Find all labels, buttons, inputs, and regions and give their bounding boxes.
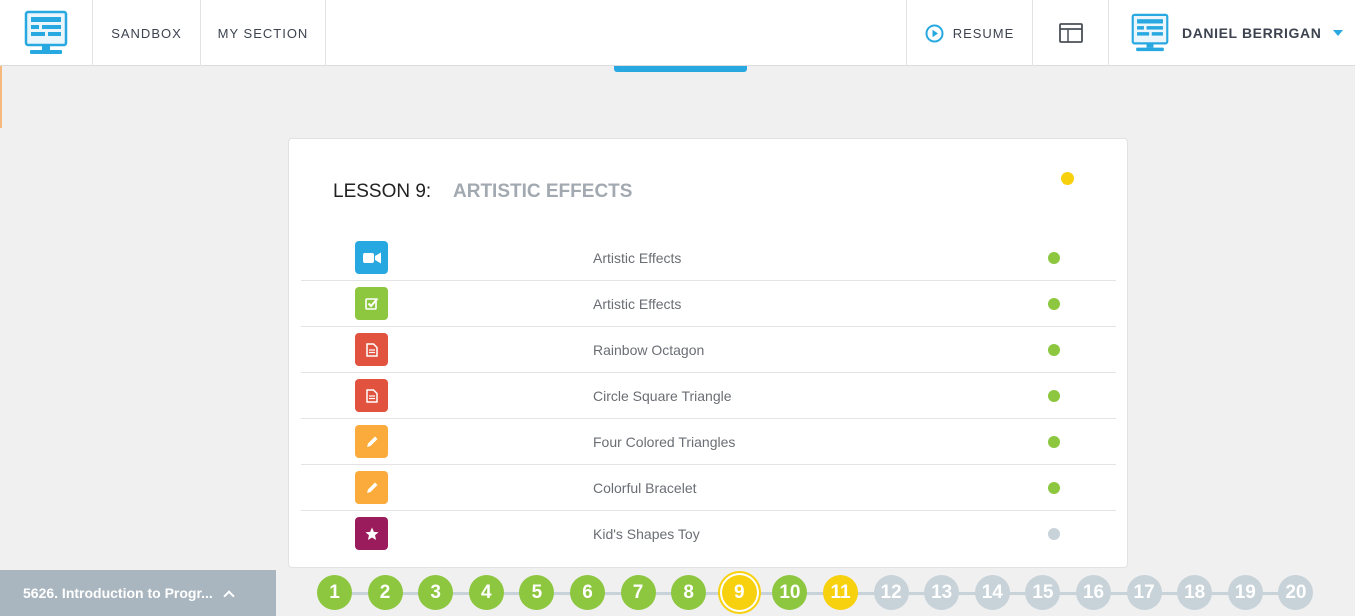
activity-item-label: Rainbow Octagon [593,342,705,358]
lesson-nav-19[interactable]: 19 [1227,575,1263,610]
browser-window-icon [1058,23,1083,43]
resume-button[interactable]: RESUME [906,0,1033,66]
nav-sandbox[interactable]: SANDBOX [93,0,201,66]
lesson-status-dot [1061,172,1074,185]
user-avatar-icon [1131,13,1169,52]
lesson-nav-20[interactable]: 20 [1278,575,1314,610]
checkbox-icon [355,287,388,320]
activity-list: Artistic Effects Artistic Effects Rainbo… [301,235,1116,557]
lesson-nav-10[interactable]: 10 [772,575,808,610]
activity-status-dot [1048,344,1060,356]
activity-item-label: Circle Square Triangle [593,388,732,404]
active-tab-indicator [614,66,747,72]
lesson-nav-7[interactable]: 7 [620,575,656,610]
lesson-nav-6[interactable]: 6 [570,575,605,610]
activity-status-dot [1048,436,1060,448]
lesson-nav-12[interactable]: 12 [873,575,909,610]
lesson-card: LESSON 9: ARTISTIC EFFECTS Artistic Effe… [288,138,1128,568]
lesson-nav-3[interactable]: 3 [418,575,454,610]
top-navigation-bar: SANDBOX MY SECTION RESUME DANIEL BERRIGA… [0,0,1355,66]
resume-label: RESUME [952,25,1015,41]
activity-item-label: Kid's Shapes Toy [593,526,700,542]
video-icon [355,241,388,274]
lesson-nav-8[interactable]: 8 [671,575,707,610]
user-name: DANIEL BERRIGAN [1182,25,1322,41]
home-logo[interactable] [0,0,93,66]
activity-item[interactable]: Four Colored Triangles [301,419,1116,465]
nav-my-section[interactable]: MY SECTION [201,0,326,66]
document-icon [355,379,388,412]
activity-item-label: Artistic Effects [593,250,682,266]
window-toggle-button[interactable] [1033,0,1109,66]
activity-item[interactable]: Circle Square Triangle [301,373,1116,419]
lesson-nav-18[interactable]: 18 [1177,575,1213,610]
activity-item-label: Artistic Effects [593,296,682,312]
document-icon [355,333,388,366]
activity-item-label: Four Colored Triangles [593,434,736,450]
lesson-title: ARTISTIC EFFECTS [453,181,633,202]
pencil-icon [355,471,388,504]
nav-sandbox-label: SANDBOX [111,25,182,41]
lesson-number: LESSON 9: [333,181,432,202]
lesson-nav-15[interactable]: 15 [1025,575,1061,610]
activity-status-dot [1048,390,1060,402]
left-accent-bar [0,66,2,128]
lesson-nav-5[interactable]: 5 [519,575,555,610]
pencil-icon [355,425,388,458]
activity-item[interactable]: Kid's Shapes Toy [301,511,1116,557]
activity-item-label: Colorful Bracelet [593,480,697,496]
lesson-nav-13[interactable]: 13 [924,575,960,610]
activity-status-dot [1048,298,1060,310]
activity-status-dot [1048,252,1060,264]
course-selector-button[interactable]: 5626. Introduction to Progr... [0,570,276,616]
lesson-nav-11[interactable]: 11 [823,575,858,610]
activity-status-dot [1048,528,1060,540]
activity-item[interactable]: Colorful Bracelet [301,465,1116,511]
lesson-nav-17[interactable]: 17 [1126,575,1162,610]
lesson-nav-9[interactable]: 9 [721,575,757,610]
nav-my-section-label: MY SECTION [217,25,309,41]
lesson-nav-4[interactable]: 4 [468,575,504,610]
activity-item[interactable]: Artistic Effects [301,235,1116,281]
chevron-down-icon [1333,30,1344,36]
lesson-nav-16[interactable]: 16 [1076,575,1111,610]
lesson-navigation-bar: 5626. Introduction to Progr... 123456789… [0,568,1355,616]
chevron-up-icon [223,589,235,602]
star-icon [355,517,388,550]
activity-status-dot [1048,482,1060,494]
lesson-nav-14[interactable]: 14 [974,575,1010,610]
user-menu[interactable]: DANIEL BERRIGAN [1109,0,1355,66]
lesson-nav-1[interactable]: 1 [317,575,352,610]
course-label: 5626. Introduction to Progr... [23,585,213,601]
activity-item[interactable]: Rainbow Octagon [301,327,1116,373]
play-circle-icon [925,24,944,42]
activity-item[interactable]: Artistic Effects [301,281,1116,327]
computer-logo-icon [24,10,68,54]
lesson-nav-2[interactable]: 2 [367,575,403,610]
